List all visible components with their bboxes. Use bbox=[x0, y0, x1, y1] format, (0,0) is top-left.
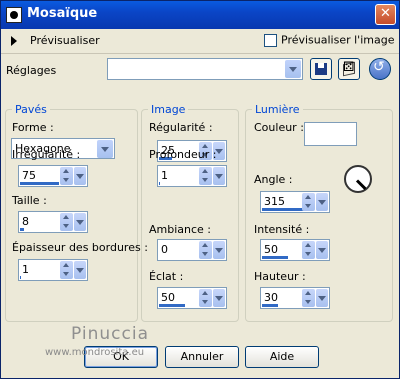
spin-arrows-icon[interactable] bbox=[199, 167, 212, 185]
border-thickness-spinner[interactable]: 1 bbox=[18, 259, 88, 281]
brightness-value[interactable]: 50 bbox=[161, 291, 175, 304]
preview-image-label[interactable]: Prévisualiser l'image bbox=[281, 34, 394, 47]
chevron-down-icon[interactable] bbox=[213, 167, 225, 185]
reset-button[interactable] bbox=[369, 58, 391, 80]
mosaic-dialog: Mosaïque ✕ Prévisualiser Prévisualiser l… bbox=[0, 0, 400, 379]
chevron-down-icon[interactable] bbox=[213, 289, 225, 307]
depth-value[interactable]: 1 bbox=[161, 169, 168, 182]
size-spinner[interactable]: 8 bbox=[18, 211, 88, 233]
depth-slider-bar[interactable] bbox=[159, 182, 160, 185]
brightness-slider-bar[interactable] bbox=[159, 304, 185, 307]
preview-image-checkbox[interactable] bbox=[264, 33, 277, 47]
preview-label[interactable]: Prévisualiser bbox=[30, 34, 100, 47]
spin-arrows-icon[interactable] bbox=[302, 193, 315, 211]
spin-arrows-icon[interactable] bbox=[199, 289, 212, 307]
irregularity-value[interactable]: 75 bbox=[22, 169, 36, 182]
chevron-down-icon[interactable] bbox=[316, 241, 328, 259]
border-thickness-slider-bar[interactable] bbox=[20, 276, 21, 279]
irregularity-slider-bar[interactable] bbox=[20, 182, 59, 185]
angle-dial-needle bbox=[355, 179, 367, 191]
intensity-slider-bar[interactable] bbox=[262, 256, 288, 259]
regularity-label: Régularité : bbox=[149, 121, 213, 134]
ambiance-value[interactable]: 0 bbox=[161, 243, 168, 256]
image-legend: Image bbox=[151, 103, 186, 116]
ambiance-label: Ambiance : bbox=[149, 223, 212, 236]
depth-spinner[interactable]: 1 bbox=[157, 165, 227, 187]
randomize-button[interactable] bbox=[338, 58, 360, 80]
angle-label: Angle : bbox=[254, 173, 293, 186]
spin-arrows-icon[interactable] bbox=[60, 167, 73, 185]
intensity-label: Intensité : bbox=[254, 223, 310, 236]
brightness-label: Éclat : bbox=[149, 270, 184, 283]
chevron-down-icon[interactable] bbox=[74, 213, 86, 231]
brightness-spinner[interactable]: 50 bbox=[157, 287, 227, 309]
spin-arrows-icon[interactable] bbox=[60, 261, 73, 279]
title-bar[interactable]: Mosaïque ✕ bbox=[1, 1, 399, 29]
chevron-down-icon[interactable] bbox=[285, 60, 301, 78]
chevron-down-icon[interactable] bbox=[97, 140, 113, 158]
chevron-down-icon[interactable] bbox=[213, 241, 225, 259]
help-button[interactable]: Aide bbox=[245, 346, 319, 368]
presets-dropdown[interactable] bbox=[107, 58, 303, 80]
preview-bar: Prévisualiser Prévisualiser l'image bbox=[1, 29, 399, 54]
size-value[interactable]: 8 bbox=[22, 215, 29, 228]
save-preset-button[interactable] bbox=[310, 58, 332, 80]
border-thickness-label: Épaisseur des bordures : bbox=[12, 241, 148, 254]
chevron-down-icon[interactable] bbox=[74, 261, 86, 279]
light-color-swatch[interactable] bbox=[304, 122, 357, 146]
irregularity-spinner[interactable]: 75 bbox=[18, 165, 88, 187]
intensity-spinner[interactable]: 50 bbox=[260, 239, 330, 261]
ambiance-spinner[interactable]: 0 bbox=[157, 239, 227, 261]
chevron-down-icon[interactable] bbox=[74, 167, 86, 185]
close-button[interactable]: ✕ bbox=[375, 4, 396, 25]
preview-image-toggle[interactable]: Prévisualiser l'image bbox=[264, 33, 394, 47]
border-thickness-value[interactable]: 1 bbox=[22, 263, 29, 276]
spin-arrows-icon[interactable] bbox=[60, 213, 73, 231]
angle-dial-icon[interactable] bbox=[344, 165, 372, 193]
app-icon bbox=[6, 7, 22, 23]
spin-arrows-icon[interactable] bbox=[199, 241, 212, 259]
cancel-button[interactable]: Annuler bbox=[165, 346, 239, 368]
depth-label: Profondeur : bbox=[149, 148, 217, 161]
height-slider-bar[interactable] bbox=[262, 304, 278, 307]
shape-label: Forme : bbox=[12, 121, 54, 134]
irregularity-label: Irrégularité : bbox=[12, 148, 81, 161]
chevron-down-icon[interactable] bbox=[316, 193, 328, 211]
light-legend: Lumière bbox=[255, 103, 300, 116]
size-slider-bar[interactable] bbox=[20, 228, 24, 231]
tiles-legend: Pavés bbox=[15, 103, 47, 116]
spin-arrows-icon[interactable] bbox=[302, 289, 315, 307]
angle-value[interactable]: 315 bbox=[264, 195, 285, 208]
height-label: Hauteur : bbox=[254, 270, 306, 283]
size-label: Taille : bbox=[12, 194, 47, 207]
height-value[interactable]: 30 bbox=[264, 291, 278, 304]
color-label: Couleur : bbox=[254, 121, 304, 134]
spin-arrows-icon[interactable] bbox=[302, 241, 315, 259]
presets-label: Réglages bbox=[6, 64, 57, 77]
watermark-url: www.mondrosita.eu bbox=[45, 347, 145, 358]
intensity-value[interactable]: 50 bbox=[264, 243, 278, 256]
expand-preview-icon[interactable] bbox=[11, 36, 17, 46]
watermark-name: Pinuccia bbox=[71, 324, 149, 344]
angle-spinner[interactable]: 315 bbox=[260, 191, 330, 213]
chevron-down-icon[interactable] bbox=[316, 289, 328, 307]
window-title: Mosaïque bbox=[27, 6, 98, 21]
height-spinner[interactable]: 30 bbox=[260, 287, 330, 309]
